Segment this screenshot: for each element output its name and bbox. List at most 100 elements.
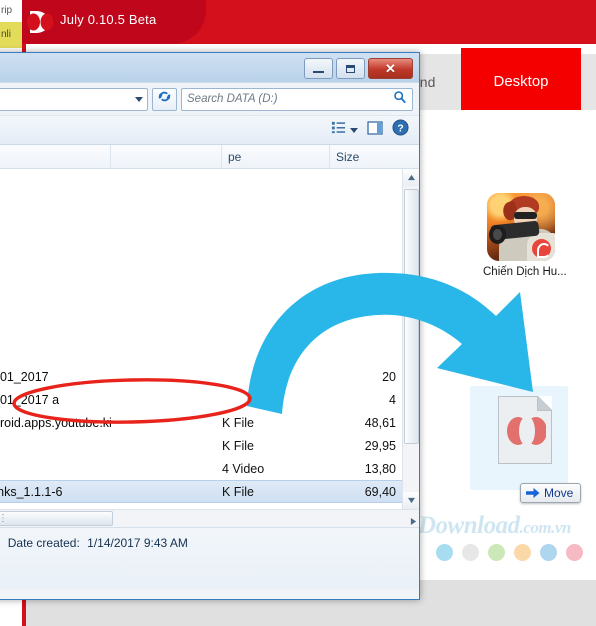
- cell-name: jp.konami.duellinks_1.1.1-6: [0, 484, 111, 500]
- cell-name: SETUP: [0, 323, 111, 339]
- cell-name: New folder (2): [0, 300, 111, 316]
- vertical-scrollbar[interactable]: [402, 169, 419, 509]
- refresh-icon: [157, 89, 172, 109]
- vertical-scroll-thumb[interactable]: [404, 189, 419, 444]
- file-name: com.google.android.apps.youtube.kids_...: [0, 415, 111, 430]
- july-file-logo-icon: [506, 411, 547, 451]
- close-icon: ✕: [385, 61, 396, 76]
- app-left-tab-clipped-1[interactable]: rip: [0, 0, 22, 22]
- table-row[interactable]: bookmarks_10_01_2017 20: [0, 365, 419, 388]
- cell-size: 69,40: [364, 484, 396, 499]
- search-icon: [393, 90, 407, 109]
- desktop-shortcut-game[interactable]: Chiến Dịch Hu...: [483, 193, 567, 278]
- table-row[interactable]: New folder (2): [0, 296, 419, 319]
- horizontal-scrollbar[interactable]: ⋮⋮: [0, 509, 419, 527]
- july-logo-icon: [26, 8, 54, 36]
- app-left-tab-clipped-2[interactable]: nli: [0, 22, 22, 48]
- screenshot-root: rip nli July 0.10.5 Beta and Desktop Chi…: [0, 0, 596, 626]
- minimize-button[interactable]: [304, 58, 333, 79]
- table-row[interactable]: Extensions: [0, 204, 419, 227]
- explorer-status-bar: 14/2017 9:45 AM Date created: 1/14/2017 …: [0, 527, 419, 589]
- cell-size: 48,61: [364, 415, 396, 430]
- cell-size: 29,95: [364, 438, 396, 453]
- drag-action-tooltip: Move: [520, 483, 582, 503]
- scroll-down-button[interactable]: [403, 492, 419, 509]
- app-title: July 0.10.5 Beta: [60, 12, 157, 27]
- watermark-dots: [436, 544, 583, 561]
- status-date-created: Date created: 1/14/2017 9:43 AM: [7, 536, 188, 550]
- desktop-shortcut-label: Chiến Dịch Hu...: [483, 266, 567, 278]
- cell-size: 4: [389, 392, 396, 407]
- file-list[interactable]: 0000 Downloads Extensions GHOST Intro iToolsM…: [0, 169, 419, 509]
- window-controls: ✕: [304, 58, 413, 79]
- cell-name: iToolsMigrator: [0, 277, 111, 293]
- cell-name: bookmarks_10_01_2017 a: [0, 392, 111, 408]
- dragged-file-icon: [498, 396, 552, 464]
- column-header-size[interactable]: Size: [330, 145, 402, 168]
- preview-pane-button[interactable]: [367, 120, 383, 141]
- cell-type: 4 Video: [222, 461, 265, 476]
- table-row[interactable]: com.google.android.apps.youtube.kids_...…: [0, 411, 419, 434]
- file-name: bookmarks_10_01_2017 a: [0, 392, 60, 407]
- table-row[interactable]: 0000: [0, 169, 419, 181]
- table-row[interactable]: Intro: [0, 250, 419, 273]
- cell-name: 0000: [0, 169, 111, 181]
- cell-type: K File: [222, 438, 254, 453]
- file-explorer-window[interactable]: ✕ Search DATA (D:) ? pe Size 01_2017 20 …: [0, 52, 420, 600]
- column-header-name[interactable]: Name: [0, 145, 111, 168]
- page-fold-corner: [537, 396, 552, 411]
- explorer-toolbar: ?: [0, 115, 419, 145]
- help-icon[interactable]: ?: [392, 119, 409, 141]
- column-header-type[interactable]: pe: [222, 145, 330, 168]
- file-name: bookmarks_10_01_2017: [0, 369, 49, 384]
- chevron-down-icon[interactable]: [135, 96, 143, 102]
- search-placeholder: Search DATA (D:): [187, 93, 278, 105]
- refresh-button[interactable]: [152, 87, 177, 111]
- game-app-icon: [487, 193, 555, 261]
- maximize-icon: [346, 64, 355, 73]
- table-row[interactable]: GHOST: [0, 227, 419, 250]
- search-input[interactable]: Search DATA (D:): [181, 87, 413, 111]
- scroll-right-button[interactable]: [410, 513, 417, 531]
- table-row[interactable]: Goal-keeper 4 Video 13,80: [0, 457, 419, 480]
- drag-action-label: Move: [544, 486, 574, 500]
- cell-name: garena_VN: [0, 438, 111, 454]
- cell-name: GHOST: [0, 231, 111, 247]
- close-button[interactable]: ✕: [368, 58, 413, 79]
- cell-name: com.google.android.apps.youtube.kids_...: [0, 415, 111, 431]
- view-list-icon: [331, 120, 346, 140]
- cell-name: Extensions: [0, 208, 111, 224]
- column-headers: Name pe Size: [0, 145, 419, 169]
- chevron-down-icon[interactable]: [350, 127, 358, 133]
- cell-name: Goal-keeper: [0, 461, 111, 477]
- table-row[interactable]: garena_VN K File 29,95: [0, 434, 419, 457]
- maximize-button[interactable]: [336, 58, 365, 79]
- svg-text:?: ?: [397, 123, 403, 134]
- cell-type: K File: [222, 484, 254, 499]
- desktop-tab-button[interactable]: Desktop: [461, 48, 581, 115]
- cell-name: bookmarks_10_01_2017: [0, 369, 111, 385]
- file-name: jp.konami.duellinks_1.1.1-6: [0, 484, 63, 499]
- garena-logo-icon: [532, 239, 551, 258]
- column-header-date[interactable]: [111, 145, 222, 168]
- horizontal-scroll-thumb[interactable]: ⋮⋮: [0, 511, 113, 526]
- cell-size: 20: [382, 369, 396, 384]
- explorer-address-bar: Search DATA (D:): [0, 83, 419, 115]
- cell-name: Downloads: [0, 185, 111, 201]
- table-row[interactable]: SETUP: [0, 319, 419, 342]
- table-row[interactable]: iToolsMigrator: [0, 273, 419, 296]
- explorer-titlebar[interactable]: ✕: [0, 53, 419, 83]
- cell-type: K File: [222, 415, 254, 430]
- address-input[interactable]: [0, 87, 148, 111]
- scroll-up-button[interactable]: [403, 169, 419, 186]
- cell-name: Intro: [0, 254, 111, 270]
- cell-name: Work: [0, 346, 111, 362]
- cell-size: 13,80: [364, 461, 396, 476]
- watermark-text: Download.com.vn: [418, 512, 571, 539]
- table-row[interactable]: Work: [0, 342, 419, 365]
- minimize-icon: [313, 71, 324, 73]
- table-row[interactable]: jp.konami.duellinks_1.1.1-6 K File 69,40: [0, 480, 419, 503]
- table-row[interactable]: Downloads: [0, 181, 419, 204]
- table-row[interactable]: bookmarks_10_01_2017 a 4: [0, 388, 419, 411]
- view-mode-button[interactable]: [331, 120, 358, 140]
